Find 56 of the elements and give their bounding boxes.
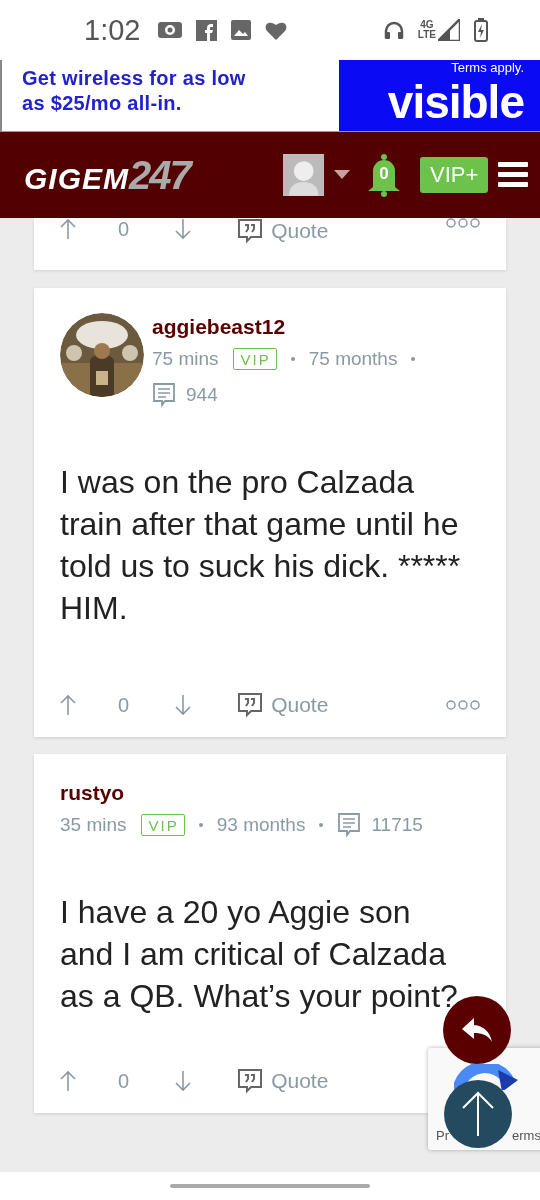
separator-dot <box>198 823 203 827</box>
privacy-link[interactable]: Pr <box>436 1128 449 1143</box>
member-tenure: 93 months <box>216 814 306 836</box>
vip-badge: VIP <box>232 348 277 370</box>
comment-icon <box>152 382 176 408</box>
caret-icon[interactable] <box>334 170 351 180</box>
image-icon <box>231 20 252 40</box>
arrow-up-icon <box>460 1091 496 1137</box>
facebook-icon <box>196 19 218 41</box>
separator-dot <box>411 357 416 361</box>
radio-icon <box>158 21 183 39</box>
member-tenure: 75 months <box>308 348 398 370</box>
network-type: 4G <box>420 20 434 30</box>
separator-dot <box>319 823 324 827</box>
heart-icon <box>265 20 288 40</box>
quote-icon <box>237 218 264 244</box>
vip-badge: VIP <box>140 814 185 836</box>
separator-dot <box>290 357 295 361</box>
menu-icon[interactable] <box>498 162 528 188</box>
downvote-icon[interactable] <box>175 1070 192 1092</box>
vote-count: 0 <box>118 1069 130 1093</box>
ad-text[interactable]: Get wireless for as low as $25/mo all-in. <box>22 66 272 116</box>
downvote-icon[interactable] <box>175 694 192 716</box>
username[interactable]: rustyo <box>60 779 423 807</box>
ad-panel[interactable]: Terms apply. visible <box>339 60 540 131</box>
signal-icon <box>438 19 460 41</box>
site-logo[interactable]: GIGEM <box>24 161 129 196</box>
brand-logo: visible <box>387 75 524 129</box>
vote-count: 0 <box>118 218 130 241</box>
more-icon[interactable] <box>446 218 480 228</box>
user-avatar-icon[interactable] <box>282 154 325 196</box>
headphones-icon <box>383 20 404 40</box>
quote-icon <box>237 692 264 718</box>
clock: 1:02 <box>84 13 141 47</box>
post-text: I have a 20 yo Aggie son and I am critical of Calzada as a QB. What’s your point? <box>60 893 459 1016</box>
recaptcha-logo-icon <box>454 1064 518 1090</box>
ad-fine-print: Terms apply. <box>451 60 524 75</box>
comment-count: 944 <box>186 384 218 406</box>
upvote-icon[interactable] <box>60 694 76 716</box>
post-text: I was on the pro Calzada train after that game until he told us to suck his dick. ***** HIM. <box>60 463 462 628</box>
comment-icon <box>337 812 362 838</box>
battery-charging-icon <box>474 18 488 42</box>
quote-icon <box>237 1068 264 1094</box>
notification-count: 0 <box>378 164 390 184</box>
reply-icon <box>462 1018 492 1042</box>
post-time: 75 mins <box>152 348 219 370</box>
network-sub: LTE <box>417 30 436 40</box>
username[interactable]: aggiebeast12 <box>152 313 416 341</box>
comment-count: 11715 <box>371 814 423 836</box>
upvote-icon[interactable] <box>60 218 76 240</box>
more-icon[interactable] <box>446 700 480 710</box>
post-time: 35 mins <box>60 814 127 836</box>
downvote-icon[interactable] <box>175 218 192 240</box>
terms-link[interactable]: erms <box>512 1128 540 1143</box>
upvote-icon[interactable] <box>60 1070 76 1092</box>
vote-count: 0 <box>118 693 130 717</box>
